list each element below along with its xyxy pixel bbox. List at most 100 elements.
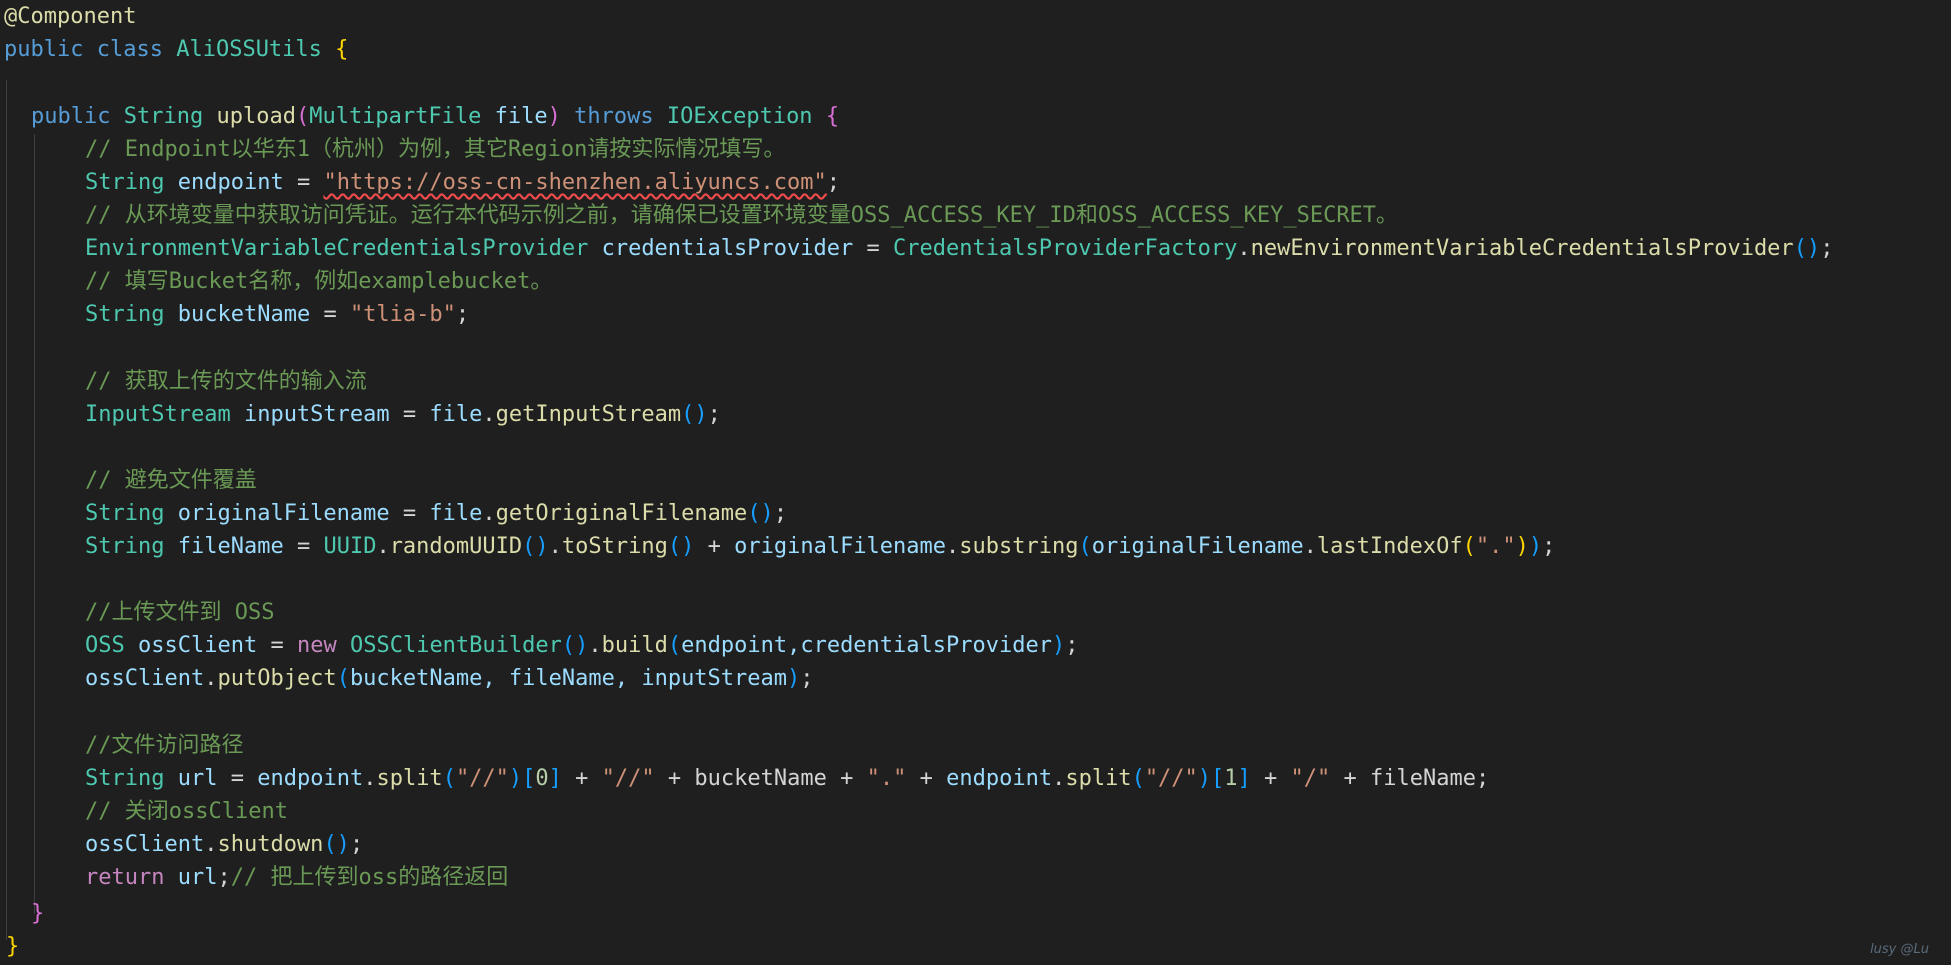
keyword-new: new	[296, 633, 337, 658]
paren: (	[336, 666, 350, 691]
object-ref: ossClient	[85, 832, 205, 857]
dot: .	[204, 832, 218, 857]
variable: url	[177, 766, 218, 791]
dot: .	[1237, 236, 1251, 261]
paren: )	[1528, 534, 1543, 559]
class-ref: CredentialsProviderFactory	[893, 236, 1238, 261]
bracket: [	[522, 766, 536, 791]
paren: ()	[1793, 236, 1821, 261]
comment: // 关闭ossClient	[85, 799, 288, 824]
string-literal: "//"	[601, 766, 655, 791]
variable: bucketName	[177, 302, 311, 327]
object-ref: ossClient	[85, 666, 205, 691]
semicolon: ;	[826, 170, 841, 195]
dot: .	[363, 766, 377, 791]
paren: ()	[747, 501, 774, 526]
semicolon: ;	[349, 832, 364, 857]
paren: ()	[522, 534, 549, 559]
exception-type: IOException	[666, 104, 813, 129]
string-literal: "https://oss-cn-shenzhen.aliyuncs.com"	[323, 170, 827, 195]
method-call: lastIndexOf	[1316, 534, 1463, 559]
dot: .	[376, 534, 390, 559]
code-line-shutdown: ossClient.shutdown();	[85, 828, 363, 861]
comment: // 把上传到oss的路径返回	[230, 865, 509, 890]
object-ref: file	[429, 501, 483, 526]
paren: )	[508, 766, 523, 791]
object-ref: file	[429, 402, 483, 427]
semicolon: ;	[1542, 534, 1556, 559]
comment: // 获取上传的文件的输入流	[85, 369, 367, 394]
paren: (	[1131, 766, 1145, 791]
code-line-url: String url = endpoint.split("//")[0] + "…	[85, 762, 1489, 795]
param-type: MultipartFile	[309, 104, 482, 129]
string-literal: "//"	[1144, 766, 1198, 791]
operator: =	[230, 766, 244, 791]
close-brace: }	[31, 901, 45, 926]
string-literal: "."	[1475, 534, 1516, 559]
comment: // 填写Bucket名称，例如examplebucket。	[85, 269, 553, 294]
operator: +	[707, 534, 721, 559]
operator: =	[402, 501, 417, 526]
operator: =	[402, 402, 417, 427]
code-line-endpoint: String endpoint = "https://oss-cn-shenzh…	[85, 166, 840, 199]
dot: .	[1303, 534, 1317, 559]
operator: +	[575, 766, 589, 791]
variable-ref: endpoint	[257, 766, 364, 791]
variable-ref: originalFilename	[734, 534, 947, 559]
method-call: getOriginalFilename	[495, 501, 748, 526]
keyword-return: return	[85, 865, 165, 890]
string-literal: "tlia-b"	[349, 302, 456, 327]
semicolon: ;	[707, 402, 721, 427]
code-line-method-close: }	[31, 897, 44, 930]
variable-ref: fileName	[1370, 766, 1477, 791]
type: InputStream	[85, 402, 231, 427]
paren: (	[295, 104, 310, 129]
dot: .	[1052, 766, 1066, 791]
paren: )	[547, 104, 561, 129]
class-ref: OSSClientBuilder	[349, 633, 562, 658]
keyword-class: class	[96, 37, 163, 62]
operator: =	[323, 302, 337, 327]
code-line-credentials: EnvironmentVariableCredentialsProvider c…	[85, 232, 1833, 265]
code-line-2: public class AliOSSUtils {	[4, 33, 348, 66]
bracket: [	[1211, 766, 1225, 791]
code-line-comment: // Endpoint以华东1（杭州）为例，其它Region请按实际情况填写。	[85, 133, 785, 166]
type: String	[85, 534, 165, 559]
code-line-comment: //文件访问路径	[85, 729, 244, 762]
semicolon: ;	[1476, 766, 1490, 791]
close-brace: }	[6, 934, 20, 959]
paren: ()	[323, 832, 350, 857]
code-editor[interactable]: @Component public class AliOSSUtils { pu…	[0, 0, 1951, 965]
class-name: AliOSSUtils	[176, 37, 322, 62]
args: bucketName, fileName, inputStream	[349, 666, 788, 691]
operator: =	[866, 236, 880, 261]
open-brace: {	[825, 104, 840, 129]
type: String	[85, 501, 165, 526]
operator: +	[667, 766, 682, 791]
method-call: getInputStream	[495, 402, 682, 427]
code-line-comment: // 避免文件覆盖	[85, 464, 257, 497]
class-ref: UUID	[323, 534, 377, 559]
operator: +	[1343, 766, 1357, 791]
variable: credentialsProvider	[601, 236, 854, 261]
paren: (	[1078, 534, 1092, 559]
variable-ref: endpoint	[946, 766, 1053, 791]
string-literal: "."	[866, 766, 907, 791]
code-line-comment: // 从环境变量中获取访问凭证。运行本代码示例之前，请确保已设置环境变量OSS_…	[85, 199, 1398, 232]
method-call: randomUUID	[389, 534, 523, 559]
variable: fileName	[177, 534, 284, 559]
code-line-comment: //上传文件到 OSS	[85, 596, 274, 629]
operator: +	[919, 766, 933, 791]
string-literal: "//"	[455, 766, 509, 791]
bracket: ]	[548, 766, 562, 791]
method-call: split	[1065, 766, 1132, 791]
keyword-public: public	[31, 104, 111, 129]
dot: .	[548, 534, 562, 559]
code-line-oss-client: OSS ossClient = new OSSClientBuilder().b…	[85, 629, 1079, 662]
code-line-method-signature: public String upload(MultipartFile file)…	[31, 100, 839, 133]
open-brace: {	[335, 37, 349, 62]
variable-ref: bucketName	[694, 766, 827, 791]
code-line-class-close: }	[6, 930, 19, 963]
variable: endpoint	[177, 170, 284, 195]
semicolon: ;	[217, 865, 231, 890]
